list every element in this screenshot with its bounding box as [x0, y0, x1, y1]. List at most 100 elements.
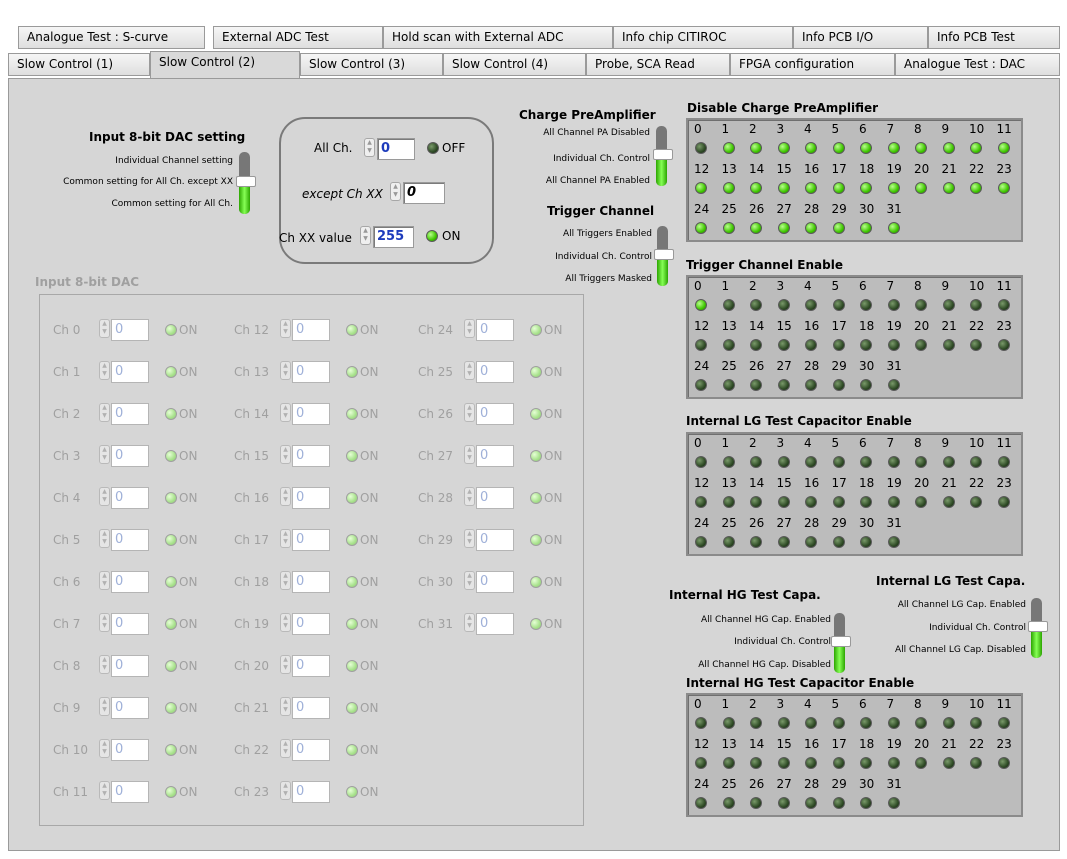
channel-led-toggle[interactable] [887, 757, 900, 769]
lg-capa-opt-enabled[interactable]: All Channel LG Cap. Enabled [898, 600, 1026, 610]
slider-thumb[interactable] [654, 249, 674, 260]
dac-channel-stepper[interactable]: ▲ ▼ [280, 403, 291, 422]
tab-analogue-scurve[interactable]: Analogue Test : S-curve [18, 26, 205, 49]
trigger-channel-slider[interactable] [654, 226, 674, 286]
channel-led-toggle[interactable] [887, 142, 900, 154]
channel-led-toggle[interactable] [915, 299, 927, 311]
channel-led-toggle[interactable] [695, 496, 707, 508]
channel-led-toggle[interactable] [832, 182, 845, 194]
channel-led-toggle[interactable] [832, 536, 845, 548]
dac-channel-input[interactable]: 0 [111, 781, 149, 803]
chxx-input[interactable]: 255 [373, 226, 414, 248]
dac-setting-opt-individual[interactable]: Individual Channel setting [115, 156, 233, 166]
channel-led-toggle[interactable] [832, 379, 845, 391]
channel-led-toggle[interactable] [887, 222, 900, 234]
channel-led-toggle[interactable] [805, 339, 817, 351]
channel-led-toggle[interactable] [915, 757, 927, 769]
dac-channel-stepper[interactable]: ▲ ▼ [464, 529, 475, 548]
dac-channel-input[interactable]: 0 [111, 445, 149, 467]
channel-led-toggle[interactable] [970, 299, 982, 311]
channel-led-toggle[interactable] [887, 379, 900, 391]
dac-channel-input[interactable]: 0 [111, 697, 149, 719]
dac-channel-input[interactable]: 0 [476, 529, 514, 551]
channel-led-toggle[interactable] [887, 536, 900, 548]
channel-led-toggle[interactable] [805, 222, 817, 234]
channel-led-toggle[interactable] [777, 379, 790, 391]
hg-capa-slider[interactable] [831, 613, 851, 673]
channel-led-toggle[interactable] [887, 496, 900, 508]
channel-led-toggle[interactable] [750, 496, 762, 508]
channel-led-toggle[interactable] [997, 757, 1010, 769]
channel-led-toggle[interactable] [695, 142, 707, 154]
channel-led-toggle[interactable] [887, 182, 900, 194]
channel-led-toggle[interactable] [970, 339, 982, 351]
channel-led-toggle[interactable] [970, 496, 982, 508]
channel-led-toggle[interactable] [777, 222, 790, 234]
channel-led-toggle[interactable] [832, 299, 845, 311]
dac-channel-input[interactable]: 0 [476, 613, 514, 635]
dac-channel-input[interactable]: 0 [292, 445, 330, 467]
dac-channel-stepper[interactable]: ▲ ▼ [464, 319, 475, 338]
channel-led-toggle[interactable] [997, 339, 1010, 351]
channel-led-toggle[interactable] [832, 797, 845, 809]
dac-channel-input[interactable]: 0 [292, 319, 330, 341]
channel-led-toggle[interactable] [997, 496, 1010, 508]
tab-slow-control-1[interactable]: Slow Control (1) [8, 53, 150, 76]
channel-led-toggle[interactable] [805, 379, 817, 391]
dac-channel-stepper[interactable]: ▲ ▼ [280, 739, 291, 758]
channel-led-toggle[interactable] [997, 142, 1010, 154]
trigger-opt-masked[interactable]: All Triggers Masked [565, 274, 652, 284]
channel-led-toggle[interactable] [860, 496, 872, 508]
charge-preamp-opt-disabled[interactable]: All Channel PA Disabled [543, 128, 650, 138]
channel-led-toggle[interactable] [695, 299, 707, 311]
tab-fpga-config[interactable]: FPGA configuration [730, 53, 895, 76]
dac-channel-stepper[interactable]: ▲ ▼ [464, 571, 475, 590]
dac-channel-stepper[interactable]: ▲ ▼ [464, 613, 475, 632]
channel-led-toggle[interactable] [722, 717, 735, 729]
channel-led-toggle[interactable] [695, 456, 707, 468]
except-ch-stepper[interactable]: ▲ ▼ [390, 182, 401, 201]
tab-info-pcb-test[interactable]: Info PCB Test [928, 26, 1060, 49]
lg-capa-opt-individual[interactable]: Individual Ch. Control [929, 623, 1026, 633]
dac-channel-stepper[interactable]: ▲ ▼ [99, 613, 110, 632]
channel-led-toggle[interactable] [750, 757, 762, 769]
slider-thumb[interactable] [1028, 621, 1048, 632]
tab-slow-control-2[interactable]: Slow Control (2) [150, 51, 300, 78]
channel-led-toggle[interactable] [915, 339, 927, 351]
dac-channel-input[interactable]: 0 [476, 445, 514, 467]
channel-led-toggle[interactable] [777, 182, 790, 194]
channel-led-toggle[interactable] [805, 536, 817, 548]
dac-channel-stepper[interactable]: ▲ ▼ [280, 781, 291, 800]
dac-channel-input[interactable]: 0 [111, 529, 149, 551]
dac-channel-input[interactable]: 0 [111, 319, 149, 341]
channel-led-toggle[interactable] [750, 142, 762, 154]
slider-thumb[interactable] [653, 149, 673, 160]
dac-channel-input[interactable]: 0 [111, 571, 149, 593]
channel-led-toggle[interactable] [695, 222, 707, 234]
dac-channel-stepper[interactable]: ▲ ▼ [280, 529, 291, 548]
lg-capa-slider[interactable] [1028, 598, 1048, 658]
channel-led-toggle[interactable] [750, 222, 762, 234]
channel-led-toggle[interactable] [695, 717, 707, 729]
channel-led-toggle[interactable] [860, 757, 872, 769]
all-ch-stepper[interactable]: ▲ ▼ [364, 138, 375, 157]
dac-channel-stepper[interactable]: ▲ ▼ [99, 445, 110, 464]
channel-led-toggle[interactable] [942, 496, 955, 508]
dac-channel-stepper[interactable]: ▲ ▼ [99, 781, 110, 800]
channel-led-toggle[interactable] [695, 339, 707, 351]
channel-led-toggle[interactable] [750, 379, 762, 391]
channel-led-toggle[interactable] [832, 717, 845, 729]
dac-channel-input[interactable]: 0 [111, 403, 149, 425]
channel-led-toggle[interactable] [695, 379, 707, 391]
dac-channel-input[interactable]: 0 [111, 655, 149, 677]
channel-led-toggle[interactable] [695, 757, 707, 769]
channel-led-toggle[interactable] [860, 182, 872, 194]
channel-led-toggle[interactable] [942, 182, 955, 194]
dac-channel-input[interactable]: 0 [476, 319, 514, 341]
dac-channel-input[interactable]: 0 [111, 361, 149, 383]
tab-external-adc[interactable]: External ADC Test [213, 26, 383, 49]
dac-channel-stepper[interactable]: ▲ ▼ [99, 403, 110, 422]
channel-led-toggle[interactable] [750, 339, 762, 351]
dac-channel-input[interactable]: 0 [292, 529, 330, 551]
channel-led-toggle[interactable] [860, 379, 872, 391]
